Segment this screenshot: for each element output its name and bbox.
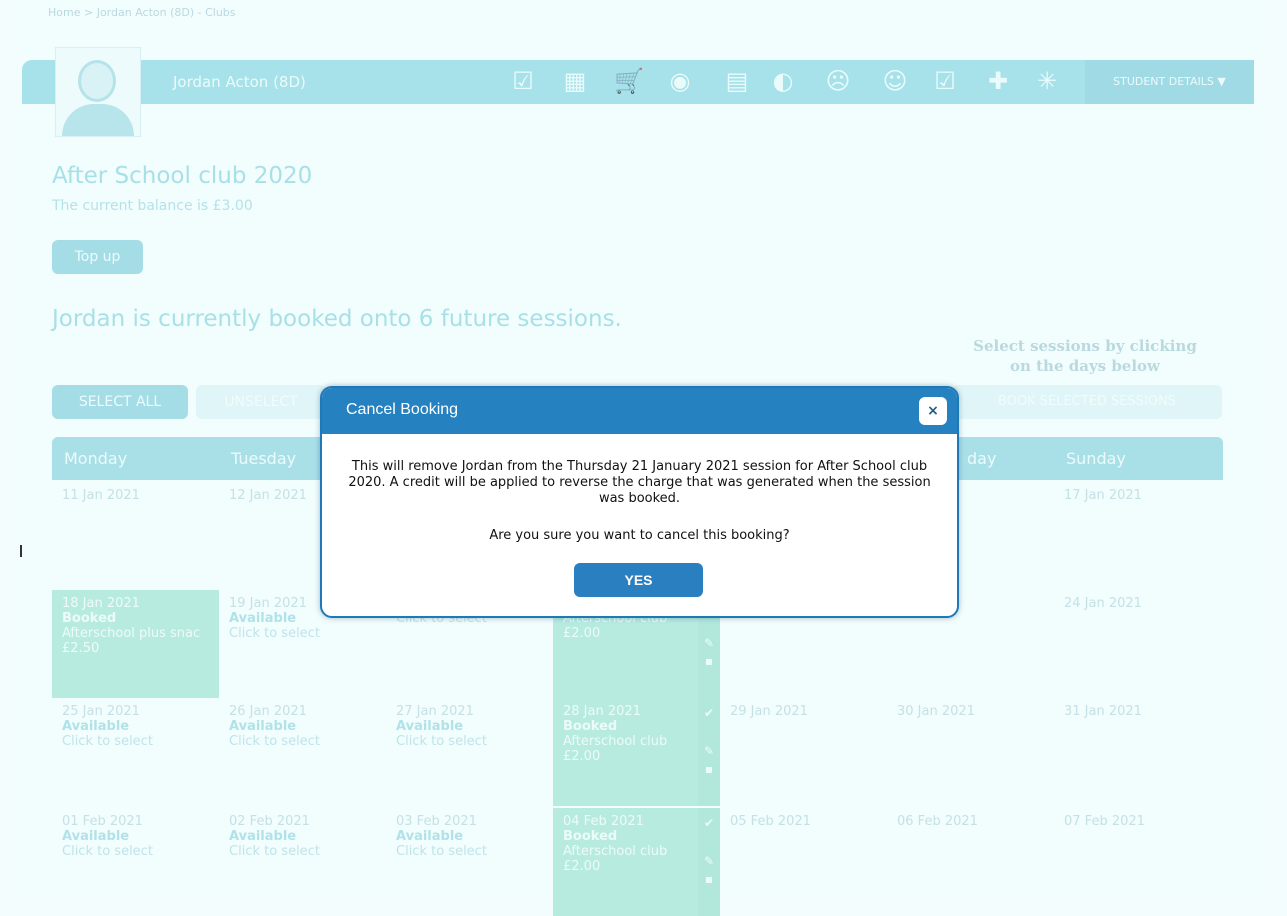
session-date: 03 Feb 2021 xyxy=(396,814,477,829)
avatar-body-icon xyxy=(62,104,134,136)
session-status: Available xyxy=(396,719,464,734)
snowflake-icon[interactable]: ✳ xyxy=(1032,66,1062,96)
session-status: Available xyxy=(229,719,297,734)
session-date: 26 Jan 2021 xyxy=(229,704,307,719)
day-header: Monday xyxy=(64,449,128,468)
session-date: 18 Jan 2021 xyxy=(62,596,140,611)
dining-icon[interactable]: ◉ xyxy=(665,66,695,96)
dialog-header: Cancel Booking × xyxy=(322,388,957,434)
breadcrumb[interactable]: Home > Jordan Acton (8D) - Clubs xyxy=(48,6,236,19)
session-date: 02 Feb 2021 xyxy=(229,814,310,829)
session-price: £2.00 xyxy=(563,749,601,764)
session-detail: Click to select xyxy=(62,844,153,859)
session-status: Available xyxy=(62,719,130,734)
edit-delete-icon[interactable]: ✔✎▪ xyxy=(698,698,720,806)
session-detail: Afterschool club xyxy=(563,844,668,859)
session-detail: Click to select xyxy=(62,734,153,749)
calendar-day-cell: 06 Feb 2021 xyxy=(887,808,1054,916)
session-date: 27 Jan 2021 xyxy=(396,704,474,719)
available-session-cell[interactable]: 03 Feb 2021 Available Click to select xyxy=(386,808,553,916)
session-date: 29 Jan 2021 xyxy=(730,704,808,719)
session-date: 07 Feb 2021 xyxy=(1064,814,1145,829)
session-date: 11 Jan 2021 xyxy=(62,488,140,503)
avatar xyxy=(55,47,141,137)
yes-button[interactable]: YES xyxy=(574,563,703,597)
session-date: 24 Jan 2021 xyxy=(1064,596,1142,611)
cancel-booking-dialog: Cancel Booking × This will remove Jordan… xyxy=(320,386,959,618)
session-detail: Click to select xyxy=(229,844,320,859)
session-status: Booked xyxy=(62,611,117,626)
dialog-question: Are you sure you want to cancel this boo… xyxy=(489,528,790,543)
session-date: 17 Jan 2021 xyxy=(1064,488,1142,503)
session-detail: Click to select xyxy=(229,734,320,749)
book-selected-button[interactable]: BOOK SELECTED SESSIONS xyxy=(952,385,1222,419)
calendar-day-cell: 07 Feb 2021 xyxy=(1054,808,1221,916)
calendar-day-cell: 05 Feb 2021 xyxy=(720,808,887,916)
calendar-day-cell: 11 Jan 2021 xyxy=(52,482,219,590)
chart-icon[interactable]: ◐ xyxy=(768,66,798,96)
close-icon[interactable]: × xyxy=(919,397,947,425)
calendar-icon[interactable]: ▦ xyxy=(560,66,590,96)
unselect-button[interactable]: UNSELECT xyxy=(196,385,326,419)
available-session-cell[interactable]: 01 Feb 2021 Available Click to select xyxy=(52,808,219,916)
edit-delete-icon[interactable]: ✔✎▪ xyxy=(698,808,720,916)
club-title: After School club 2020 xyxy=(52,163,313,189)
booked-session-cell[interactable]: 18 Jan 2021 Booked Afterschool plus snac £2… xyxy=(52,590,219,698)
session-date: 25 Jan 2021 xyxy=(62,704,140,719)
calendar-day-cell: 17 Jan 2021 xyxy=(1054,482,1221,590)
booked-session-cell[interactable]: 28 Jan 2021 Booked Afterschool club £2.00 ✔ ✎… xyxy=(553,698,720,806)
calendar-day-cell: 31 Jan 2021 xyxy=(1054,698,1221,806)
happy-face-icon[interactable]: ☺ xyxy=(880,66,910,96)
session-date: 01 Feb 2021 xyxy=(62,814,143,829)
session-date: 05 Feb 2021 xyxy=(730,814,811,829)
medical-icon[interactable]: ✚ xyxy=(983,66,1013,96)
calendar-day-cell: 29 Jan 2021 xyxy=(720,698,887,806)
session-detail: Click to select xyxy=(396,844,487,859)
session-status: Available xyxy=(62,829,130,844)
calendar-day-cell: 30 Jan 2021 xyxy=(887,698,1054,806)
select-hint-line: on the days below xyxy=(1010,357,1160,375)
session-date: 04 Feb 2021 xyxy=(563,814,644,829)
session-price: £2.00 xyxy=(563,859,601,874)
session-price: £2.50 xyxy=(62,641,100,656)
available-session-cell[interactable]: 02 Feb 2021 Available Click to select xyxy=(219,808,386,916)
session-detail: Click to select xyxy=(229,626,320,641)
available-session-cell[interactable]: 26 Jan 2021 Available Click to select xyxy=(219,698,386,806)
dialog-title: Cancel Booking xyxy=(346,401,459,418)
booked-session-cell[interactable]: 04 Feb 2021 Booked Afterschool club £2.00 ✔ ✎… xyxy=(553,808,720,916)
session-status: Available xyxy=(396,829,464,844)
session-price: £2.00 xyxy=(563,626,601,641)
balance-text: The current balance is £3.00 xyxy=(52,198,253,214)
topup-button[interactable]: Top up xyxy=(52,240,143,274)
session-detail: Click to select xyxy=(396,734,487,749)
available-session-cell[interactable]: 27 Jan 2021 Available Click to select xyxy=(386,698,553,806)
select-all-button[interactable]: SELECT ALL xyxy=(52,385,188,419)
select-hint-line: Select sessions by clicking xyxy=(973,337,1197,355)
session-date: 06 Feb 2021 xyxy=(897,814,978,829)
dialog-message: This will remove Jordan from the Thursda… xyxy=(348,459,931,506)
session-status: Available xyxy=(229,829,297,844)
checkmark-icon[interactable]: ☑ xyxy=(508,66,538,96)
day-header: Sunday xyxy=(1066,449,1126,468)
available-session-cell[interactable]: 25 Jan 2021 Available Click to select xyxy=(52,698,219,806)
session-date: 31 Jan 2021 xyxy=(1064,704,1142,719)
student-details-dropdown[interactable]: STUDENT DETAILS ▼ xyxy=(1085,60,1254,104)
check-list-icon[interactable]: ☑ xyxy=(930,66,960,96)
booked-summary: Jordan is currently booked onto 6 future… xyxy=(52,306,622,332)
session-detail: Afterschool plus snac xyxy=(62,626,201,641)
session-detail: Afterschool club xyxy=(563,734,668,749)
cart-icon[interactable]: 🛒 xyxy=(614,66,644,96)
calendar-day-cell: 24 Jan 2021 xyxy=(1054,590,1221,698)
session-status: Booked xyxy=(563,829,618,844)
avatar-head-icon xyxy=(78,60,116,102)
student-name: Jordan Acton (8D) xyxy=(173,73,306,91)
select-hint: Select sessions by clicking on the days … xyxy=(940,336,1230,376)
session-date: 30 Jan 2021 xyxy=(897,704,975,719)
sad-face-icon[interactable]: ☹ xyxy=(823,66,853,96)
document-icon[interactable]: ▤ xyxy=(722,66,752,96)
session-status: Booked xyxy=(563,719,618,734)
edge-marker xyxy=(20,545,22,557)
session-date: 28 Jan 2021 xyxy=(563,704,641,719)
